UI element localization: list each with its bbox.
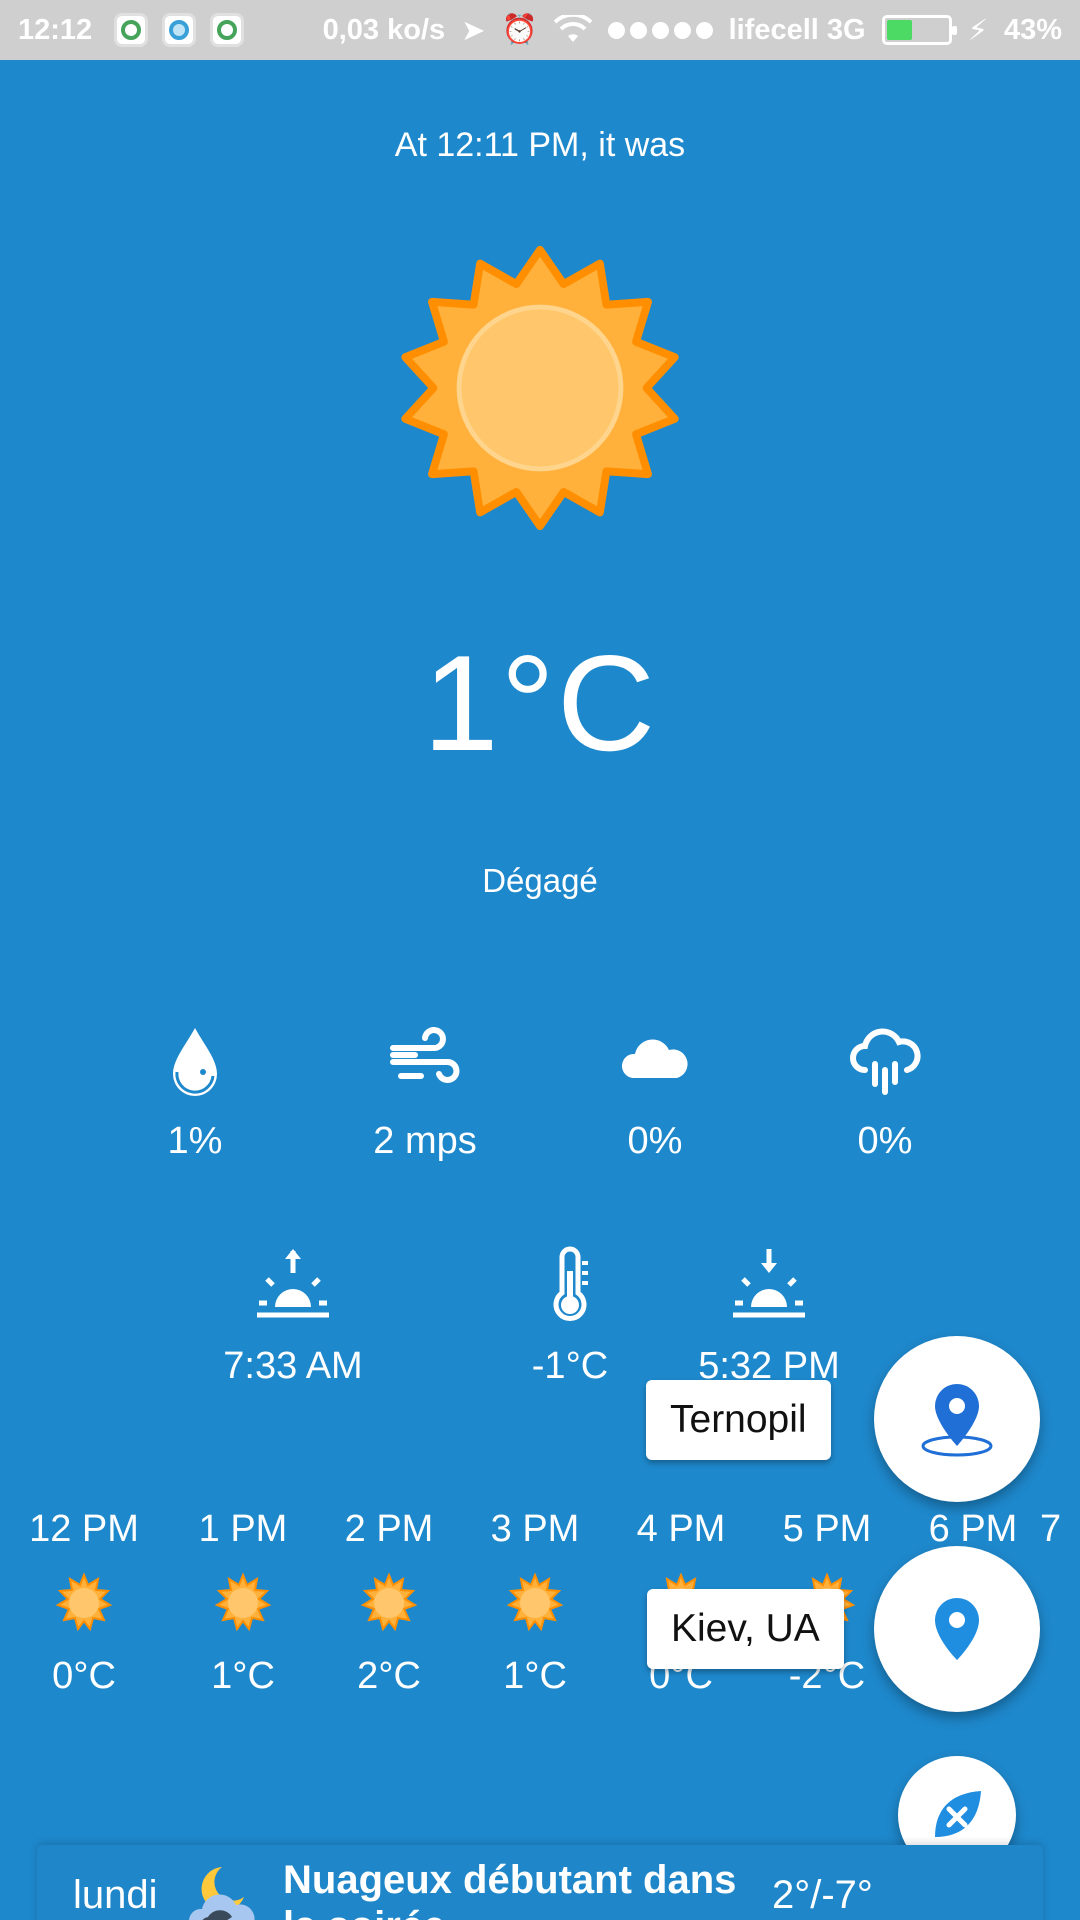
humidity-drop-icon	[173, 1028, 217, 1096]
daily-day: lundi	[73, 1873, 158, 1917]
sun-icon	[216, 1574, 270, 1630]
hourly-item: 12 PM 0°C	[9, 1508, 159, 1698]
location-button-ternopil[interactable]	[874, 1336, 1040, 1502]
carrier-name: lifecell 3G	[728, 13, 866, 46]
feels-like-value: -1°C	[531, 1345, 609, 1387]
alarm-icon: ⏰	[501, 14, 538, 46]
humidity-value: 1%	[167, 1120, 223, 1162]
location-label-ternopil[interactable]: Ternopil	[646, 1380, 831, 1460]
location-button-kiev[interactable]	[874, 1546, 1040, 1712]
cloud-icon	[621, 1039, 688, 1078]
humidity-stat: 1%	[95, 1020, 295, 1163]
signal-strength-icon	[607, 21, 713, 39]
daily-temp-range: 2°/-7°	[772, 1873, 873, 1917]
battery-icon	[881, 15, 957, 45]
battery-percent: 43%	[1003, 13, 1062, 46]
sun-icon	[401, 245, 679, 531]
wind-stat: 2 mps	[325, 1020, 525, 1163]
sun-icon	[508, 1574, 562, 1630]
rain-value: 0%	[857, 1120, 913, 1162]
sunrise-stat: 7:33 AM	[193, 1245, 393, 1388]
status-bar: 12:12 0,03 ko/s ➤ ⏰ lifecell 3G ⚡ 43%	[0, 0, 1080, 60]
map-pin-icon	[935, 1598, 979, 1660]
hour-label: 1 PM	[198, 1508, 288, 1550]
feels-like-stat: -1°C	[470, 1245, 670, 1388]
partly-cloudy-night-icon	[189, 1867, 255, 1920]
hourly-item: 1 PM 1°C	[168, 1508, 318, 1698]
updated-time: At 12:11 PM, it was	[394, 126, 686, 164]
daily-forecast-card[interactable]: lundi Nuageux débutant dans la soirée. 2…	[37, 1845, 1043, 1920]
hourly-item: 2 PM 2°C	[314, 1508, 464, 1698]
weather-description: Dégagé	[482, 862, 598, 899]
sun-icon	[57, 1574, 111, 1630]
wifi-icon	[553, 15, 592, 42]
hour-label: 2 PM	[344, 1508, 434, 1550]
location-label-kiev[interactable]: Kiev, UA	[647, 1589, 844, 1669]
rain-stat: 0%	[785, 1020, 985, 1163]
sunset-icon	[733, 1249, 805, 1318]
leaf-close-icon	[935, 1791, 981, 1837]
cloud-value: 0%	[627, 1120, 683, 1162]
daily-summary: Nuageux débutant dans la soirée.	[283, 1858, 737, 1920]
notification-app-icon-2	[210, 13, 245, 47]
hour-temp: 0°C	[52, 1655, 116, 1697]
notification-app-icon	[114, 13, 149, 47]
status-time: 12:12	[18, 13, 93, 46]
network-speed: 0,03 ko/s	[322, 13, 446, 46]
thermometer-icon	[553, 1246, 588, 1321]
hour-temp: 2°C	[357, 1655, 421, 1697]
sun-icon	[362, 1574, 416, 1630]
rain-icon	[850, 1028, 921, 1095]
wind-icon	[390, 1027, 460, 1083]
hourly-item-partial: 7	[1040, 1508, 1080, 1551]
hour-temp: 1°C	[503, 1655, 567, 1697]
cloud-stat: 0%	[555, 1020, 755, 1163]
notification-weather-icon	[162, 13, 197, 47]
location-arrow-icon: ➤	[461, 14, 486, 47]
sunset-stat: 5:32 PM	[669, 1245, 869, 1388]
current-temperature: 1°C	[422, 627, 658, 779]
hour-label: 7	[1040, 1508, 1062, 1550]
map-pin-icon	[921, 1384, 993, 1457]
hour-temp: 1°C	[211, 1655, 275, 1697]
charging-icon: ⚡	[967, 14, 988, 47]
hour-label: 3 PM	[490, 1508, 580, 1550]
hour-label: 12 PM	[29, 1508, 139, 1550]
sunrise-icon	[257, 1249, 329, 1318]
conditions-row: 1% 2 mps 0% 0%	[0, 1020, 1080, 1180]
wind-value: 2 mps	[373, 1120, 477, 1162]
sunrise-value: 7:33 AM	[223, 1345, 363, 1387]
hourly-item: 3 PM 1°C	[460, 1508, 610, 1698]
hour-label: 5 PM	[782, 1508, 872, 1550]
hour-label: 6 PM	[928, 1508, 1018, 1550]
hour-label: 4 PM	[636, 1508, 726, 1550]
